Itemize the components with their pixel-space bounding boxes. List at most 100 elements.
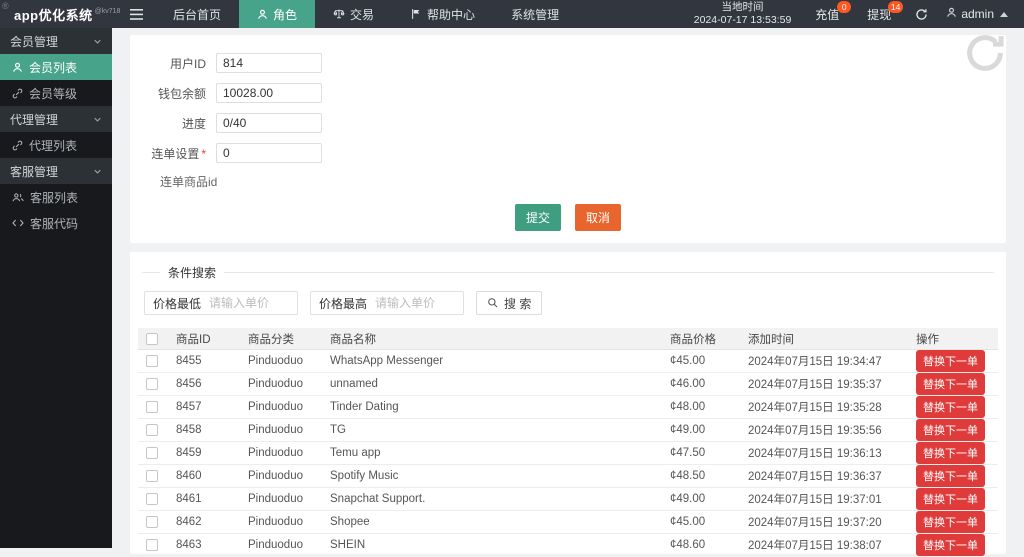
header-price: 商品价格 — [670, 333, 716, 346]
replace-next-order-button[interactable]: 替换下一单 — [916, 534, 985, 556]
table-row: 8460 Pinduoduo Spotify Music ¢48.50 2024… — [138, 465, 998, 488]
table-row: 8456 Pinduoduo unnamed ¢46.00 2024年07月15… — [138, 373, 998, 396]
form-row-wallet: 钱包余额 — [130, 83, 1006, 103]
sidebar-item-label: 代理列表 — [29, 138, 78, 153]
select-all-checkbox[interactable] — [146, 332, 158, 345]
refresh-watermark-icon — [962, 30, 1008, 79]
sidebar-item-support-list[interactable]: 客服列表 — [0, 184, 112, 210]
replace-next-order-button[interactable]: 替换下一单 — [916, 442, 985, 464]
refresh-button[interactable] — [905, 0, 938, 28]
sidebar-item-member-level[interactable]: 会员等级 — [0, 80, 112, 106]
nav-item-roles[interactable]: 角色 — [239, 0, 316, 28]
cell-product-name: Spotify Music — [330, 470, 399, 482]
search-button-label: 搜 索 — [504, 296, 532, 311]
app-logo[interactable]: app优化系统 @kv718 — [0, 0, 120, 28]
corner-mark: ® — [2, 1, 9, 11]
row-checkbox[interactable] — [146, 424, 158, 436]
cell-product-name: SHEIN — [330, 539, 366, 551]
nav-item-transactions[interactable]: 交易 — [315, 0, 392, 28]
replace-next-order-button[interactable]: 替换下一单 — [916, 419, 985, 441]
cell-product-id: 8463 — [176, 539, 202, 551]
product-table: 商品ID 商品分类 商品名称 商品价格 添加时间 操作 8455 Pinduod… — [138, 328, 998, 557]
replace-next-order-button[interactable]: 替换下一单 — [916, 465, 985, 487]
sidebar-item-member-list[interactable]: 会员列表 — [0, 54, 112, 80]
search-button[interactable]: 搜 索 — [476, 291, 543, 315]
cell-added-time: 2024年07月15日 19:37:20 — [748, 517, 882, 529]
code-icon — [12, 218, 24, 228]
cell-product-id: 8459 — [176, 447, 202, 459]
cell-category: Pinduoduo — [248, 516, 303, 528]
row-checkbox[interactable] — [146, 401, 158, 413]
recharge-label: 充值 — [815, 7, 840, 22]
cancel-button[interactable]: 取消 — [575, 204, 622, 231]
row-checkbox[interactable] — [146, 470, 158, 482]
table-row: 8459 Pinduoduo Temu app ¢47.50 2024年07月1… — [138, 442, 998, 465]
user-menu[interactable]: admin — [938, 0, 1024, 28]
withdraw-link[interactable]: 提现 14 — [853, 0, 905, 28]
min-price-input[interactable] — [209, 293, 298, 313]
topbar: ® app优化系统 @kv718 后台首页 角色 交易 帮助中心 系统管理 当地… — [0, 0, 1024, 28]
nav-item-dashboard[interactable]: 后台首页 — [155, 0, 239, 28]
sidebar-group-agent-mgmt[interactable]: 代理管理 — [0, 106, 112, 132]
cell-product-id: 8461 — [176, 493, 202, 505]
cell-added-time: 2024年07月15日 19:37:01 — [748, 494, 882, 506]
cell-added-time: 2024年07月15日 19:35:28 — [748, 402, 882, 414]
app-title: app优化系统 — [14, 7, 93, 23]
table-header-row: 商品ID 商品分类 商品名称 商品价格 添加时间 操作 — [138, 328, 998, 350]
row-checkbox[interactable] — [146, 516, 158, 528]
header-category: 商品分类 — [248, 333, 294, 346]
nav-item-help-center[interactable]: 帮助中心 — [392, 0, 493, 28]
cell-category: Pinduoduo — [248, 447, 303, 459]
min-price-group: 价格最低 — [144, 291, 299, 315]
row-checkbox[interactable] — [146, 378, 158, 390]
sidebar-item-label: 客服代码 — [30, 216, 79, 231]
form-row-progress: 进度 — [130, 113, 1006, 133]
cell-added-time: 2024年07月15日 19:35:37 — [748, 379, 882, 391]
hamburger-menu-icon[interactable] — [118, 0, 155, 28]
person-icon — [257, 9, 268, 20]
replace-next-order-button[interactable]: 替换下一单 — [916, 511, 985, 533]
cell-price: ¢45.00 — [670, 516, 706, 528]
row-checkbox[interactable] — [146, 355, 158, 367]
withdraw-badge: 14 — [887, 1, 904, 13]
link-icon — [12, 140, 23, 151]
link-icon — [12, 88, 23, 99]
cell-price: ¢48.00 — [670, 401, 706, 413]
sidebar-item-label: 会员列表 — [29, 60, 78, 75]
max-price-input[interactable] — [375, 293, 464, 313]
cell-product-name: unnamed — [330, 378, 378, 390]
search-icon — [487, 297, 499, 309]
cell-added-time: 2024年07月15日 19:38:07 — [748, 540, 882, 552]
sidebar-item-support-code[interactable]: 客服代码 — [0, 210, 112, 236]
replace-next-order-button[interactable]: 替换下一单 — [916, 396, 985, 418]
row-checkbox[interactable] — [146, 539, 158, 551]
replace-next-order-button[interactable]: 替换下一单 — [916, 488, 985, 510]
chain-setting-field[interactable] — [216, 143, 322, 163]
replace-next-order-button[interactable]: 替换下一单 — [916, 350, 985, 372]
cell-product-name: Temu app — [330, 447, 381, 459]
recharge-link[interactable]: 充值 0 — [801, 0, 853, 28]
progress-field[interactable] — [216, 113, 322, 133]
user-id-field[interactable] — [216, 53, 322, 73]
table-row: 8462 Pinduoduo Shopee ¢45.00 2024年07月15日… — [138, 511, 998, 534]
cell-added-time: 2024年07月15日 19:34:47 — [748, 356, 882, 368]
sidebar-group-support-mgmt[interactable]: 客服管理 — [0, 158, 112, 184]
sidebar-group-member-mgmt[interactable]: 会员管理 — [0, 28, 112, 54]
cell-added-time: 2024年07月15日 19:36:37 — [748, 471, 882, 483]
submit-button[interactable]: 提交 — [514, 204, 561, 231]
cell-category: Pinduoduo — [248, 355, 303, 367]
local-time: 当地时间 2024-07-17 13:53:59 — [684, 0, 802, 28]
sidebar: 会员管理 会员列表 会员等级 代理管理 代理列表 客服管理 客服列表 客服代码 — [0, 28, 112, 548]
cell-product-name: WhatsApp Messenger — [330, 355, 444, 367]
nav-item-system[interactable]: 系统管理 — [493, 0, 577, 28]
row-checkbox[interactable] — [146, 447, 158, 459]
wallet-balance-field[interactable] — [216, 83, 322, 103]
local-time-label: 当地时间 — [721, 1, 764, 13]
sidebar-item-agent-list[interactable]: 代理列表 — [0, 132, 112, 158]
row-checkbox[interactable] — [146, 493, 158, 505]
cell-category: Pinduoduo — [248, 470, 303, 482]
nav-item-label: 后台首页 — [173, 7, 222, 22]
wallet-balance-label: 钱包余额 — [157, 86, 206, 101]
replace-next-order-button[interactable]: 替换下一单 — [916, 373, 985, 395]
header-actions: 操作 — [916, 333, 939, 346]
